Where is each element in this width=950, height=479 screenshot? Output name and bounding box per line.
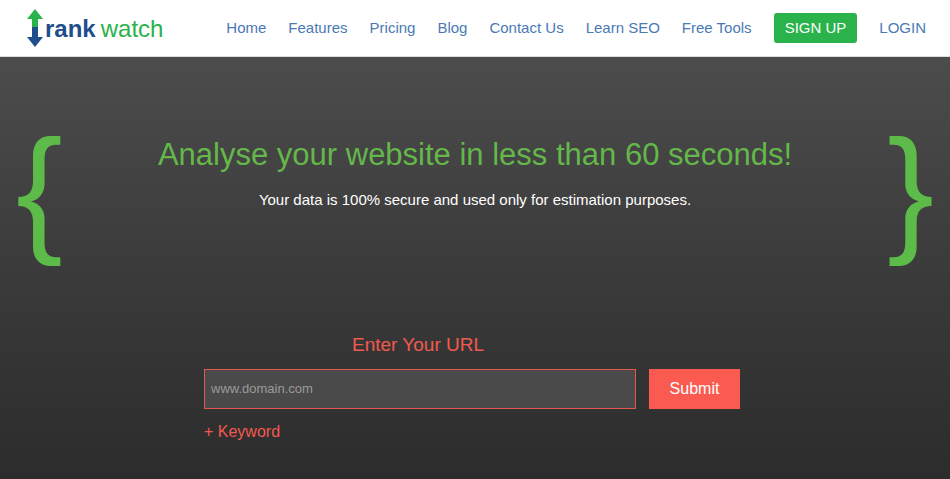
hero-title: Analyse your website in less than 60 sec… xyxy=(158,136,792,175)
nav-menu: Home Features Pricing Blog Contact Us Learn S… xyxy=(226,13,926,44)
nav-link[interactable]: Features xyxy=(288,17,347,40)
url-label: Enter Your URL xyxy=(352,331,740,360)
url-form: Enter Your URL Submit + Keyword xyxy=(204,331,740,444)
nav-link[interactable]: Free Tools xyxy=(682,17,752,40)
url-row: Submit xyxy=(204,369,740,409)
logo-arrows-icon xyxy=(26,9,44,47)
left-brace: { xyxy=(16,119,63,259)
logo-first: rank xyxy=(45,17,96,41)
nav-link[interactable]: Contact Us xyxy=(489,17,563,40)
nav-link[interactable]: Blog xyxy=(437,17,467,40)
hero-subtitle: Your data is 100% secure and used only f… xyxy=(259,189,691,212)
hero-heading-row: { Analyse your website in less than 60 se… xyxy=(0,57,950,259)
nav-link[interactable]: Pricing xyxy=(370,17,416,40)
nav-link[interactable]: Home xyxy=(226,17,266,40)
logo[interactable]: rankwatch xyxy=(26,9,163,47)
hero-text: Analyse your website in less than 60 sec… xyxy=(158,136,792,241)
right-brace: } xyxy=(887,119,934,259)
hero: { Analyse your website in less than 60 se… xyxy=(0,57,950,479)
page: rankwatch Home Features Pricing Blog Contact … xyxy=(0,0,950,479)
nav-link[interactable]: LOGIN xyxy=(879,17,926,40)
signup-button[interactable]: SIGN UP xyxy=(774,13,858,44)
url-input[interactable] xyxy=(204,369,636,409)
nav-link[interactable]: Learn SEO xyxy=(586,17,660,40)
submit-button[interactable]: Submit xyxy=(649,369,740,409)
keyword-link[interactable]: + Keyword xyxy=(204,420,740,444)
logo-second: watch xyxy=(101,17,164,41)
navbar: rankwatch Home Features Pricing Blog Contact … xyxy=(0,0,950,57)
